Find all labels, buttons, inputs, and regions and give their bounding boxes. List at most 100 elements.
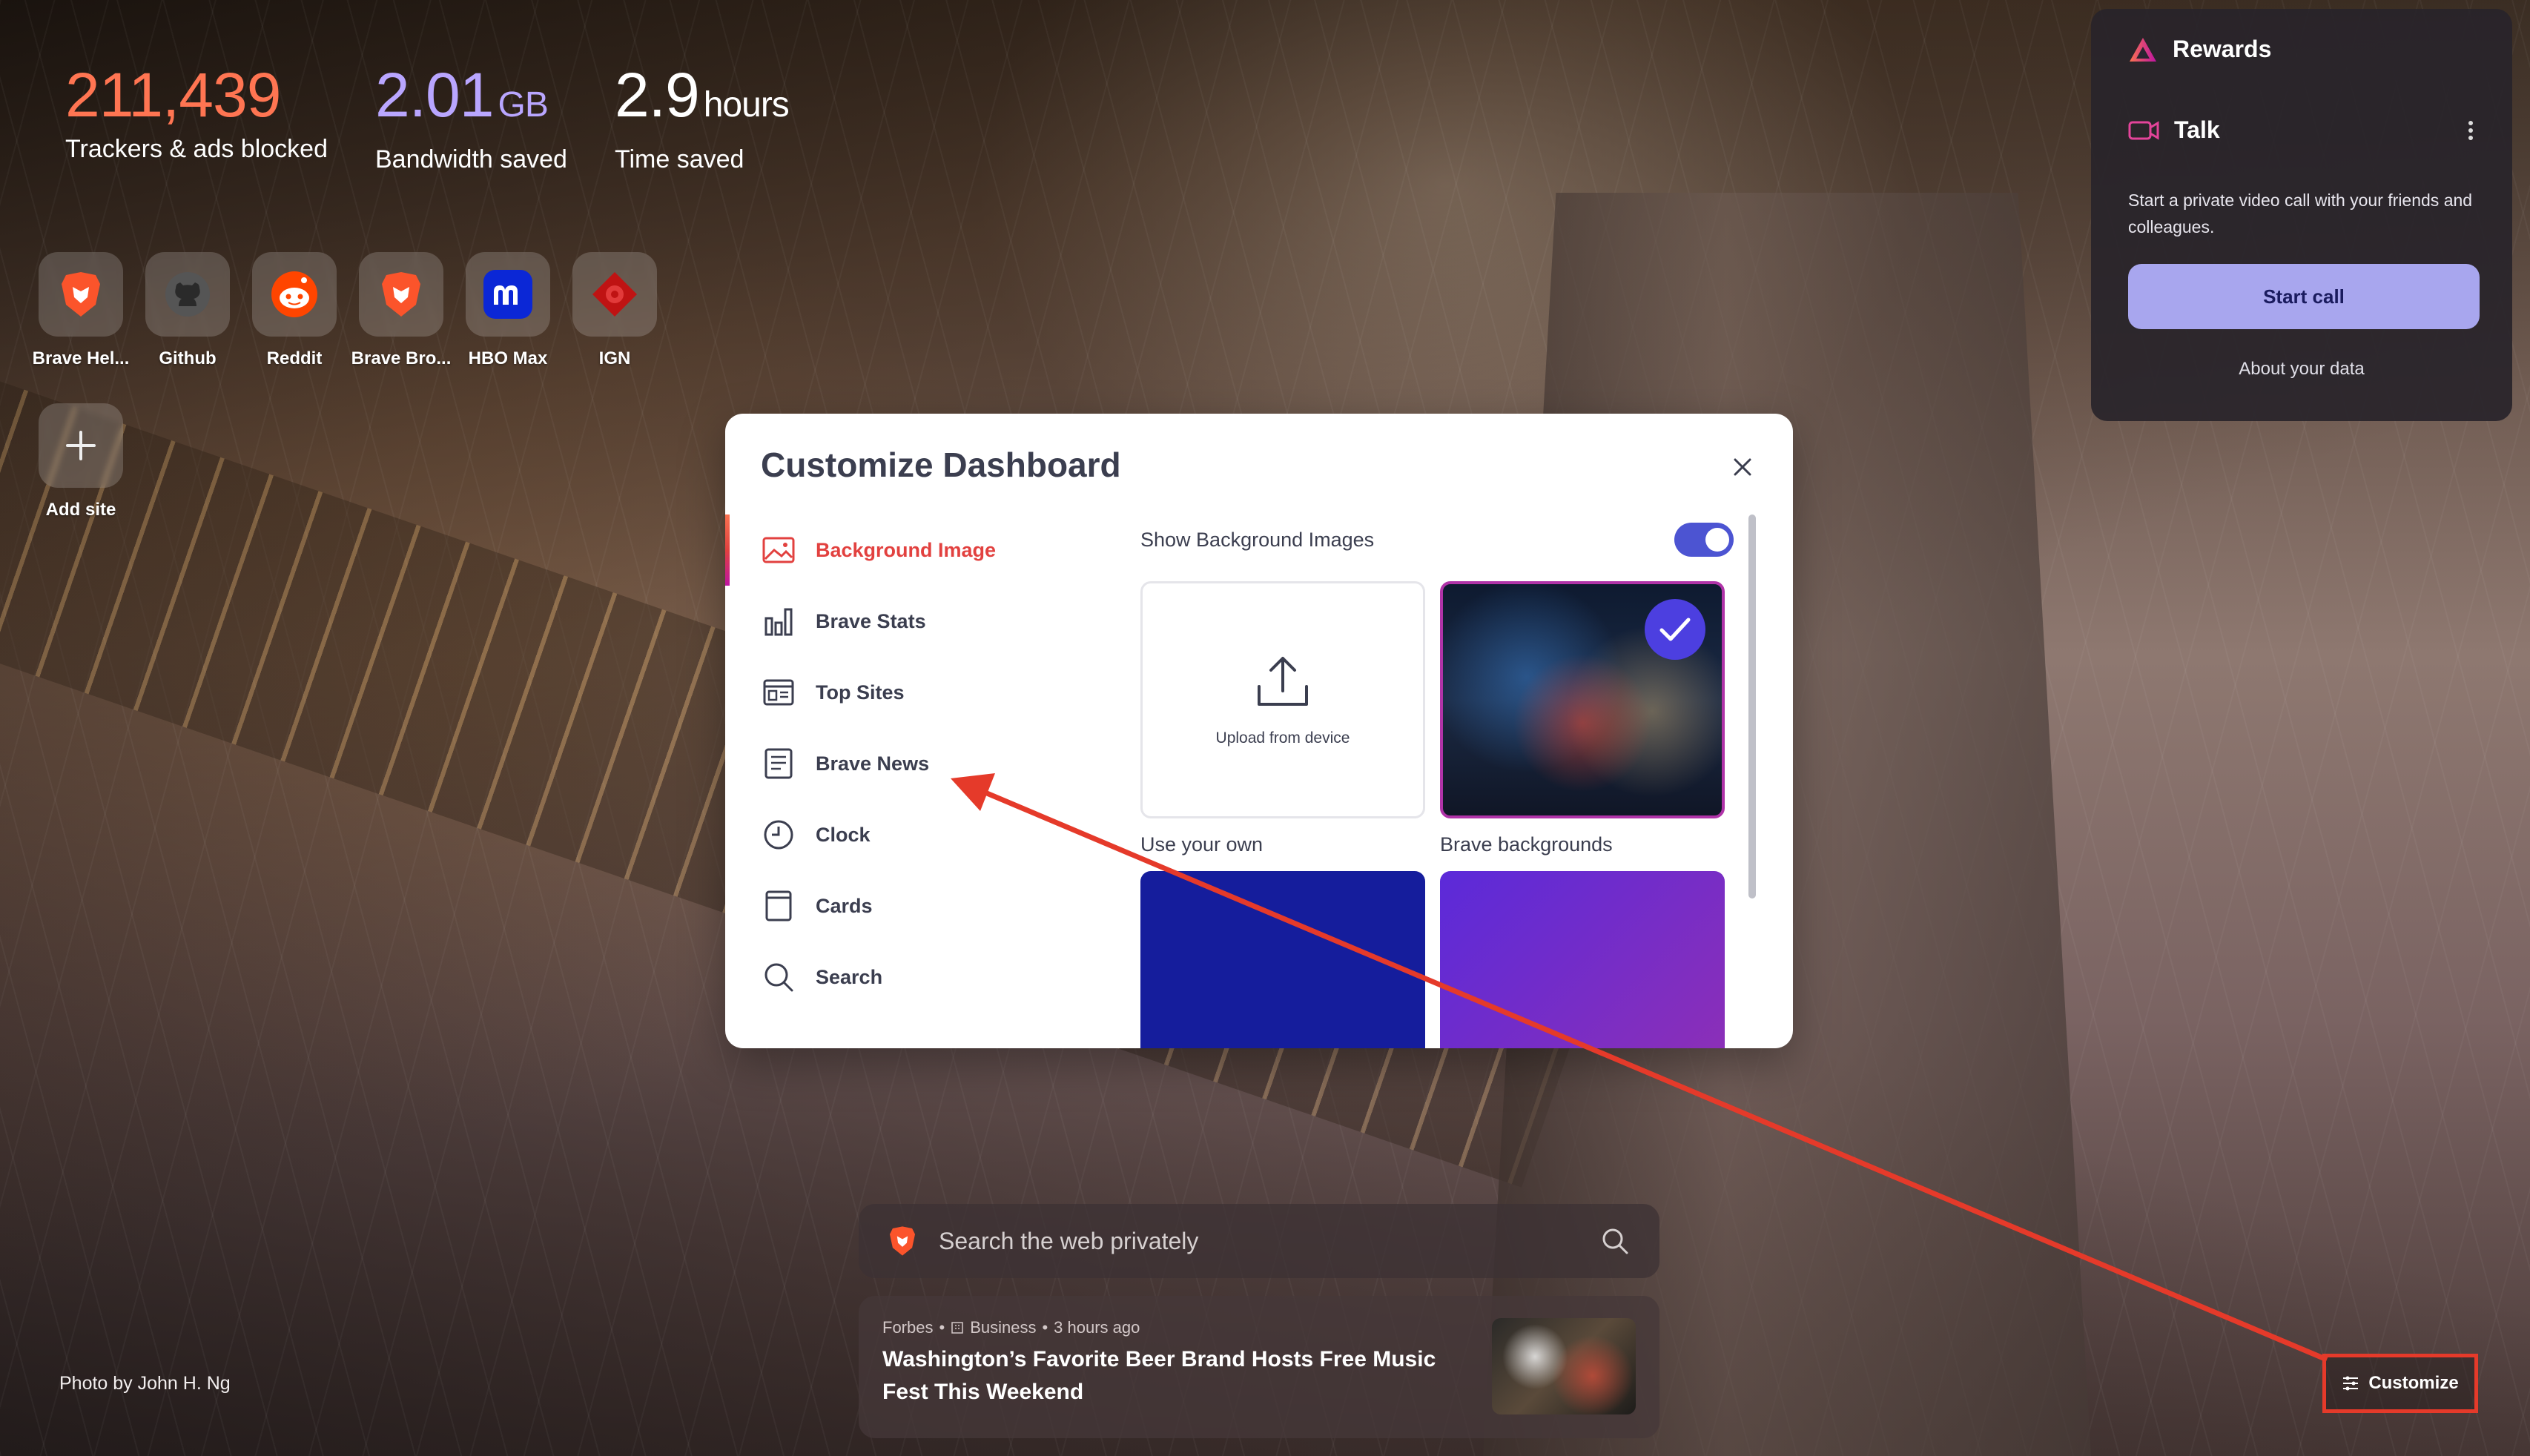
- show-background-toggle[interactable]: [1674, 523, 1734, 557]
- site-name: Brave Hel...: [32, 348, 130, 368]
- news-source: Forbes: [882, 1318, 934, 1337]
- background-options: Upload from device Use your own Brave ba…: [1140, 581, 1734, 856]
- top-sites-row-2: Add site: [39, 403, 691, 520]
- top-sites-icon: [762, 676, 795, 709]
- site-name: Brave Bro...: [351, 348, 452, 368]
- top-sites-row: Brave Hel... Github Reddit Brave Bro...: [33, 252, 691, 369]
- hbo-max-icon: [483, 270, 532, 319]
- add-site-tile[interactable]: [39, 403, 123, 488]
- bandwidth-label: Bandwidth saved: [375, 145, 567, 173]
- bar-chart-icon: [762, 605, 795, 638]
- close-icon: [1734, 458, 1751, 476]
- bandwidth-unit: GB: [498, 85, 549, 125]
- stat-time: 2.9 hours Time saved: [614, 58, 790, 174]
- search-input[interactable]: [939, 1227, 1600, 1255]
- nav-label: Cards: [816, 894, 873, 917]
- news-time: 3 hours ago: [1054, 1318, 1140, 1337]
- show-background-label: Show Background Images: [1140, 528, 1375, 551]
- selected-check-badge: [1645, 599, 1705, 660]
- rewards-title: Rewards: [2173, 36, 2272, 62]
- nav-label: Top Sites: [816, 681, 905, 704]
- cards-icon: [762, 890, 795, 922]
- news-category: Business: [970, 1318, 1037, 1337]
- top-site-reddit[interactable]: Reddit: [252, 252, 337, 369]
- top-site-hbo-max[interactable]: HBO Max: [466, 252, 550, 369]
- top-site-ign[interactable]: IGN: [572, 252, 657, 369]
- show-background-row: Show Background Images: [1140, 517, 1734, 562]
- time-number: 2.9: [614, 60, 700, 130]
- site-tile[interactable]: [252, 252, 337, 337]
- search-icon: [762, 961, 795, 993]
- brave-lion-icon: [382, 272, 420, 317]
- upload-label: Upload from device: [1215, 729, 1350, 747]
- about-your-data-link[interactable]: About your data: [2128, 359, 2475, 380]
- start-call-button[interactable]: Start call: [2128, 264, 2480, 329]
- site-tile[interactable]: [572, 252, 657, 337]
- background-settings: Show Background Images Upload from devic…: [1140, 517, 1734, 1048]
- nav-brave-stats[interactable]: Brave Stats: [725, 586, 1074, 657]
- settings-sliders-icon: [2343, 1376, 2359, 1391]
- talk-title: Talk: [2174, 116, 2220, 143]
- nav-label: Brave News: [816, 752, 930, 775]
- site-name: HBO Max: [468, 348, 548, 368]
- more-vertical-icon[interactable]: [2466, 119, 2475, 142]
- nav-cards[interactable]: Cards: [725, 870, 1074, 942]
- use-own-option: Upload from device Use your own: [1140, 581, 1425, 856]
- top-site-brave-browser[interactable]: Brave Bro...: [351, 252, 451, 369]
- news-thumbnail: [1492, 1318, 1636, 1414]
- site-name: Github: [159, 348, 217, 368]
- plus-icon: [66, 431, 96, 460]
- customize-label: Customize: [2368, 1373, 2459, 1393]
- brave-lion-icon: [62, 272, 100, 317]
- site-tile[interactable]: [359, 252, 443, 337]
- news-headline[interactable]: Washington’s Favorite Beer Brand Hosts F…: [882, 1343, 1468, 1409]
- rewards-talk-widget: Rewards Talk Start a private video call …: [2091, 9, 2512, 421]
- nav-label: Clock: [816, 823, 871, 846]
- video-camera-icon: [2128, 120, 2159, 140]
- time-label: Time saved: [614, 145, 744, 173]
- nav-clock[interactable]: Clock: [725, 799, 1074, 870]
- search-icon[interactable]: [1600, 1226, 1630, 1256]
- top-site-github[interactable]: Github: [145, 252, 230, 369]
- news-icon: [762, 747, 795, 780]
- bandwidth-number: 2.01: [375, 60, 494, 130]
- nav-label: Background Image: [816, 538, 997, 561]
- clock-icon: [762, 818, 795, 851]
- customize-button[interactable]: Customize: [2322, 1354, 2478, 1413]
- stat-bandwidth: 2.01 GB Bandwidth saved: [375, 58, 567, 174]
- nav-brave-news[interactable]: Brave News: [725, 728, 1074, 799]
- nav-top-sites[interactable]: Top Sites: [725, 657, 1074, 728]
- site-name: Reddit: [266, 348, 323, 368]
- upload-icon: [1258, 657, 1308, 706]
- stat-trackers: 211,439 Trackers & ads blocked: [65, 58, 328, 174]
- site-tile[interactable]: [145, 252, 230, 337]
- top-sites: Brave Hel... Github Reddit Brave Bro...: [33, 252, 691, 555]
- talk-description: Start a private video call with your fri…: [2128, 191, 2473, 236]
- add-site-label: Add site: [45, 500, 116, 520]
- modal-scrollbar[interactable]: [1748, 514, 1756, 899]
- brave-news-card[interactable]: Forbes • Business • 3 hours ago Washingt…: [859, 1296, 1659, 1438]
- site-name: IGN: [598, 348, 631, 368]
- modal-sidebar: Background Image Brave Stats Top Sites B…: [725, 514, 1074, 1013]
- close-button[interactable]: [1728, 452, 1757, 482]
- brave-backgrounds-card[interactable]: [1440, 581, 1725, 818]
- category-building-icon: [951, 1322, 963, 1334]
- rewards-header[interactable]: Rewards: [2128, 36, 2475, 63]
- site-tile[interactable]: [466, 252, 550, 337]
- rewards-triangle-icon: [2130, 37, 2156, 62]
- use-own-caption: Use your own: [1140, 833, 1264, 856]
- nav-search[interactable]: Search: [725, 942, 1074, 1013]
- nav-background-image[interactable]: Background Image: [725, 514, 1074, 586]
- customize-dashboard-modal: Customize Dashboard Background Image Bra…: [725, 414, 1793, 1048]
- modal-title: Customize Dashboard: [761, 446, 1121, 484]
- upload-card[interactable]: Upload from device: [1140, 581, 1425, 818]
- top-site-brave-help[interactable]: Brave Hel...: [33, 252, 129, 369]
- ign-icon: [592, 272, 637, 317]
- add-site-button[interactable]: Add site: [39, 403, 123, 520]
- nav-label: Search: [816, 965, 883, 988]
- bandwidth-value: 2.01 GB: [375, 58, 567, 142]
- reddit-icon: [271, 271, 317, 317]
- color-swatch-purple[interactable]: [1440, 871, 1725, 1048]
- color-swatch-blue[interactable]: [1140, 871, 1425, 1048]
- site-tile[interactable]: [39, 252, 123, 337]
